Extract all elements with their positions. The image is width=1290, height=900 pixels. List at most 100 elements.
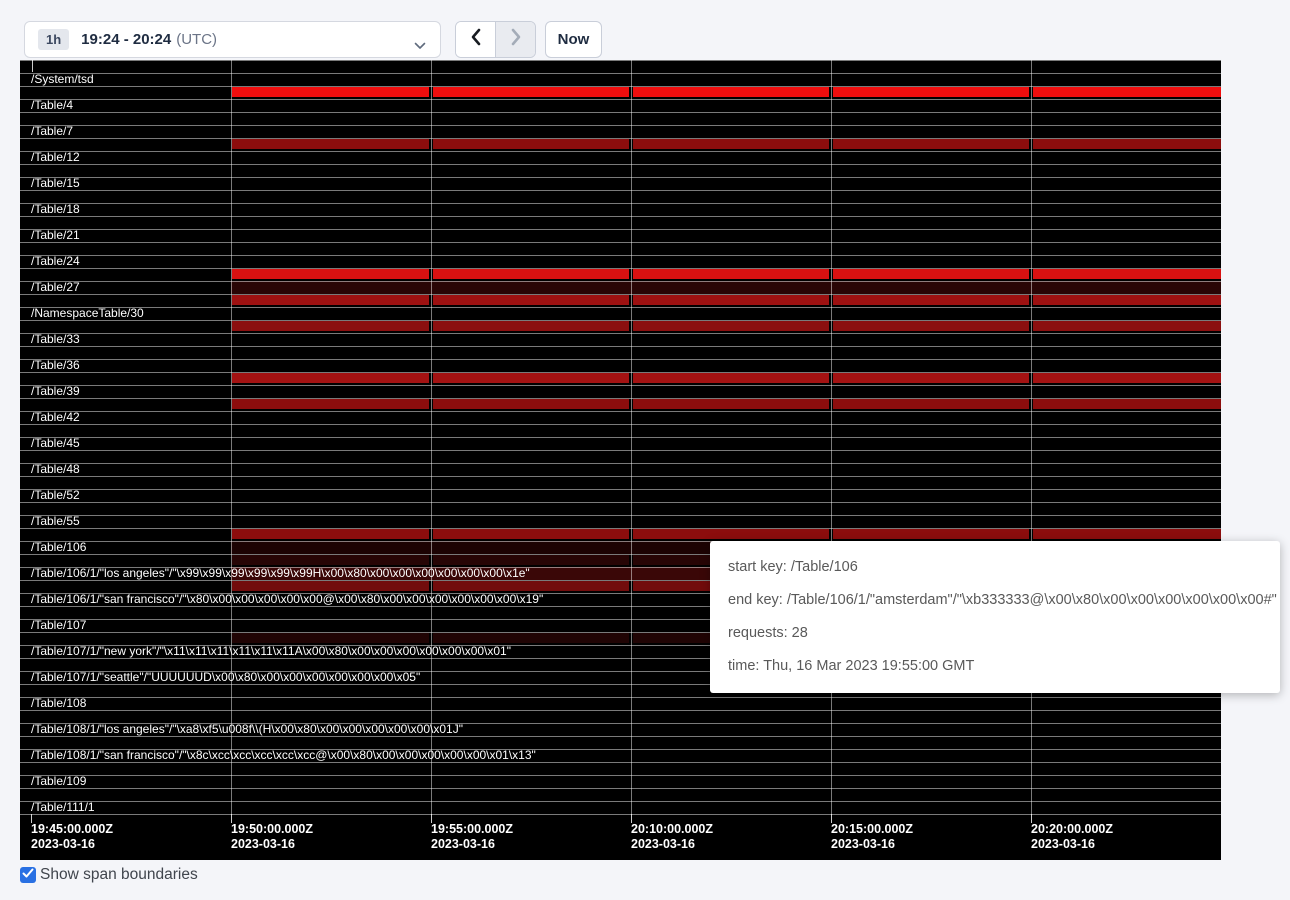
heatmap-band-segment[interactable]	[1033, 529, 1221, 539]
time-range-zone: (UTC)	[176, 31, 217, 48]
heatmap-band-segment[interactable]	[232, 633, 429, 643]
heatmap-band-segment[interactable]	[232, 581, 429, 591]
x-axis-time: 19:55:00.000Z	[431, 822, 513, 836]
heatmap-band-segment[interactable]	[232, 87, 429, 97]
heatmap-band-segment[interactable]	[633, 529, 829, 539]
heatmap-band-segment[interactable]	[232, 373, 429, 383]
heatmap-band-segment[interactable]	[833, 87, 1029, 97]
heatmap-band-segment[interactable]	[833, 269, 1029, 279]
gridline-h	[20, 242, 1221, 243]
heatmap-row-label: /NamespaceTable/30	[31, 307, 144, 320]
heatmap-band-segment[interactable]	[833, 139, 1029, 149]
heatmap[interactable]: /System/tsd/Table/4/Table/7/Table/12/Tab…	[20, 60, 1221, 860]
gridline-v	[231, 60, 232, 815]
heatmap-row-label: /Table/39	[31, 385, 80, 398]
heatmap-band-segment[interactable]	[633, 321, 829, 331]
gridline-h	[20, 281, 1221, 282]
x-axis-time: 19:50:00.000Z	[231, 822, 313, 836]
heatmap-band-segment[interactable]	[833, 529, 1029, 539]
axis-tick	[32, 60, 33, 72]
heatmap-band-segment[interactable]	[633, 87, 829, 97]
checkmark-icon	[20, 865, 36, 886]
gridline-h	[20, 515, 1221, 516]
heatmap-band-segment[interactable]	[833, 399, 1029, 409]
heatmap-band-segment[interactable]	[833, 321, 1029, 331]
heatmap-band-segment[interactable]	[1033, 321, 1221, 331]
heatmap-band-segment[interactable]	[433, 269, 629, 279]
heatmap-band-segment[interactable]	[232, 399, 429, 409]
gridline-h	[20, 814, 1221, 815]
gridline-h	[20, 424, 1221, 425]
heatmap-band-segment[interactable]	[833, 373, 1029, 383]
x-axis-time: 20:10:00.000Z	[631, 822, 713, 836]
heatmap-band-segment[interactable]	[433, 399, 629, 409]
heatmap-row-label: /Table/27	[31, 281, 80, 294]
heatmap-band-segment[interactable]	[433, 373, 629, 383]
gridline-h	[20, 359, 1221, 360]
heatmap-band-segment[interactable]	[433, 633, 629, 643]
heatmap-row-label: /Table/107/1/"new york"/"\x11\x11\x11\x1…	[31, 645, 511, 658]
heatmap-row-label: /Table/108/1/"los angeles"/"\xa8\xf5\u00…	[31, 723, 463, 736]
heatmap-row-label: /Table/111/1	[31, 801, 95, 814]
time-range-text: 19:24 - 20:24	[81, 31, 171, 48]
heatmap-band-segment[interactable]	[633, 139, 829, 149]
heatmap-band-segment[interactable]	[633, 399, 829, 409]
gridline-h	[20, 125, 1221, 126]
gridline-h	[20, 73, 1221, 74]
gridline-h	[20, 151, 1221, 152]
gridline-h	[20, 372, 1221, 373]
heatmap-band-segment[interactable]	[433, 139, 629, 149]
gridline-h	[20, 411, 1221, 412]
time-range-select[interactable]: 1h 19:24 - 20:24 (UTC)	[24, 21, 441, 58]
tooltip-line: time: Thu, 16 Mar 2023 19:55:00 GMT	[728, 650, 1262, 683]
heatmap-band-segment[interactable]	[1033, 87, 1221, 97]
heatmap-row-label: /System/tsd	[31, 73, 94, 86]
gridline-h	[20, 216, 1221, 217]
heatmap-row-label: /Table/108	[31, 697, 86, 710]
heatmap-band-segment[interactable]	[232, 269, 429, 279]
gridline-v	[831, 60, 832, 815]
heatmap-band-segment[interactable]	[433, 555, 629, 565]
x-axis-date: 2023-03-16	[431, 837, 495, 851]
heatmap-band-segment[interactable]	[633, 269, 829, 279]
heatmap-band-segment[interactable]	[433, 321, 629, 331]
heatmap-band-segment[interactable]	[1033, 269, 1221, 279]
gridline-h	[20, 775, 1221, 776]
heatmap-band-segment[interactable]	[1033, 399, 1221, 409]
heatmap-band-segment[interactable]	[1033, 373, 1221, 383]
gridline-h	[20, 437, 1221, 438]
prev-button[interactable]	[456, 22, 496, 57]
heatmap-row-label: /Table/36	[31, 359, 80, 372]
heatmap-band-segment[interactable]	[232, 139, 429, 149]
time-nav-group	[455, 21, 536, 58]
gridline-h	[20, 268, 1221, 269]
heatmap-band-segment[interactable]	[1033, 139, 1221, 149]
gridline-v	[631, 60, 632, 815]
heatmap-band-segment[interactable]	[433, 87, 629, 97]
gridline-h	[20, 307, 1221, 308]
gridline-h	[20, 60, 1221, 61]
heatmap-band-segment[interactable]	[1033, 295, 1221, 305]
heatmap-band-segment[interactable]	[232, 295, 429, 305]
gridline-h	[20, 255, 1221, 256]
heatmap-band-segment[interactable]	[433, 295, 629, 305]
time-range-badge: 1h	[38, 29, 69, 50]
heatmap-band-segment[interactable]	[232, 321, 429, 331]
gridline-h	[20, 398, 1221, 399]
heatmap-row-label: /Table/18	[31, 203, 80, 216]
now-button[interactable]: Now	[545, 21, 602, 58]
heatmap-band-segment[interactable]	[232, 555, 429, 565]
heatmap-band-segment[interactable]	[433, 581, 629, 591]
next-button[interactable]	[496, 22, 535, 57]
gridline-h	[20, 138, 1221, 139]
span-boundaries-checkbox[interactable]	[20, 867, 36, 883]
heatmap-band-segment[interactable]	[633, 295, 829, 305]
heatmap-row-label: /Table/107/1/"seattle"/"UUUUUUD\x00\x80\…	[31, 671, 420, 684]
gridline-h	[20, 346, 1221, 347]
x-axis-date: 2023-03-16	[631, 837, 695, 851]
heatmap-band-segment[interactable]	[833, 295, 1029, 305]
heatmap-band-segment[interactable]	[232, 529, 429, 539]
heatmap-band-segment[interactable]	[633, 373, 829, 383]
heatmap-band-segment[interactable]	[433, 529, 629, 539]
heatmap-row-label: /Table/106/1/"los angeles"/"\x99\x99\x99…	[31, 567, 530, 580]
